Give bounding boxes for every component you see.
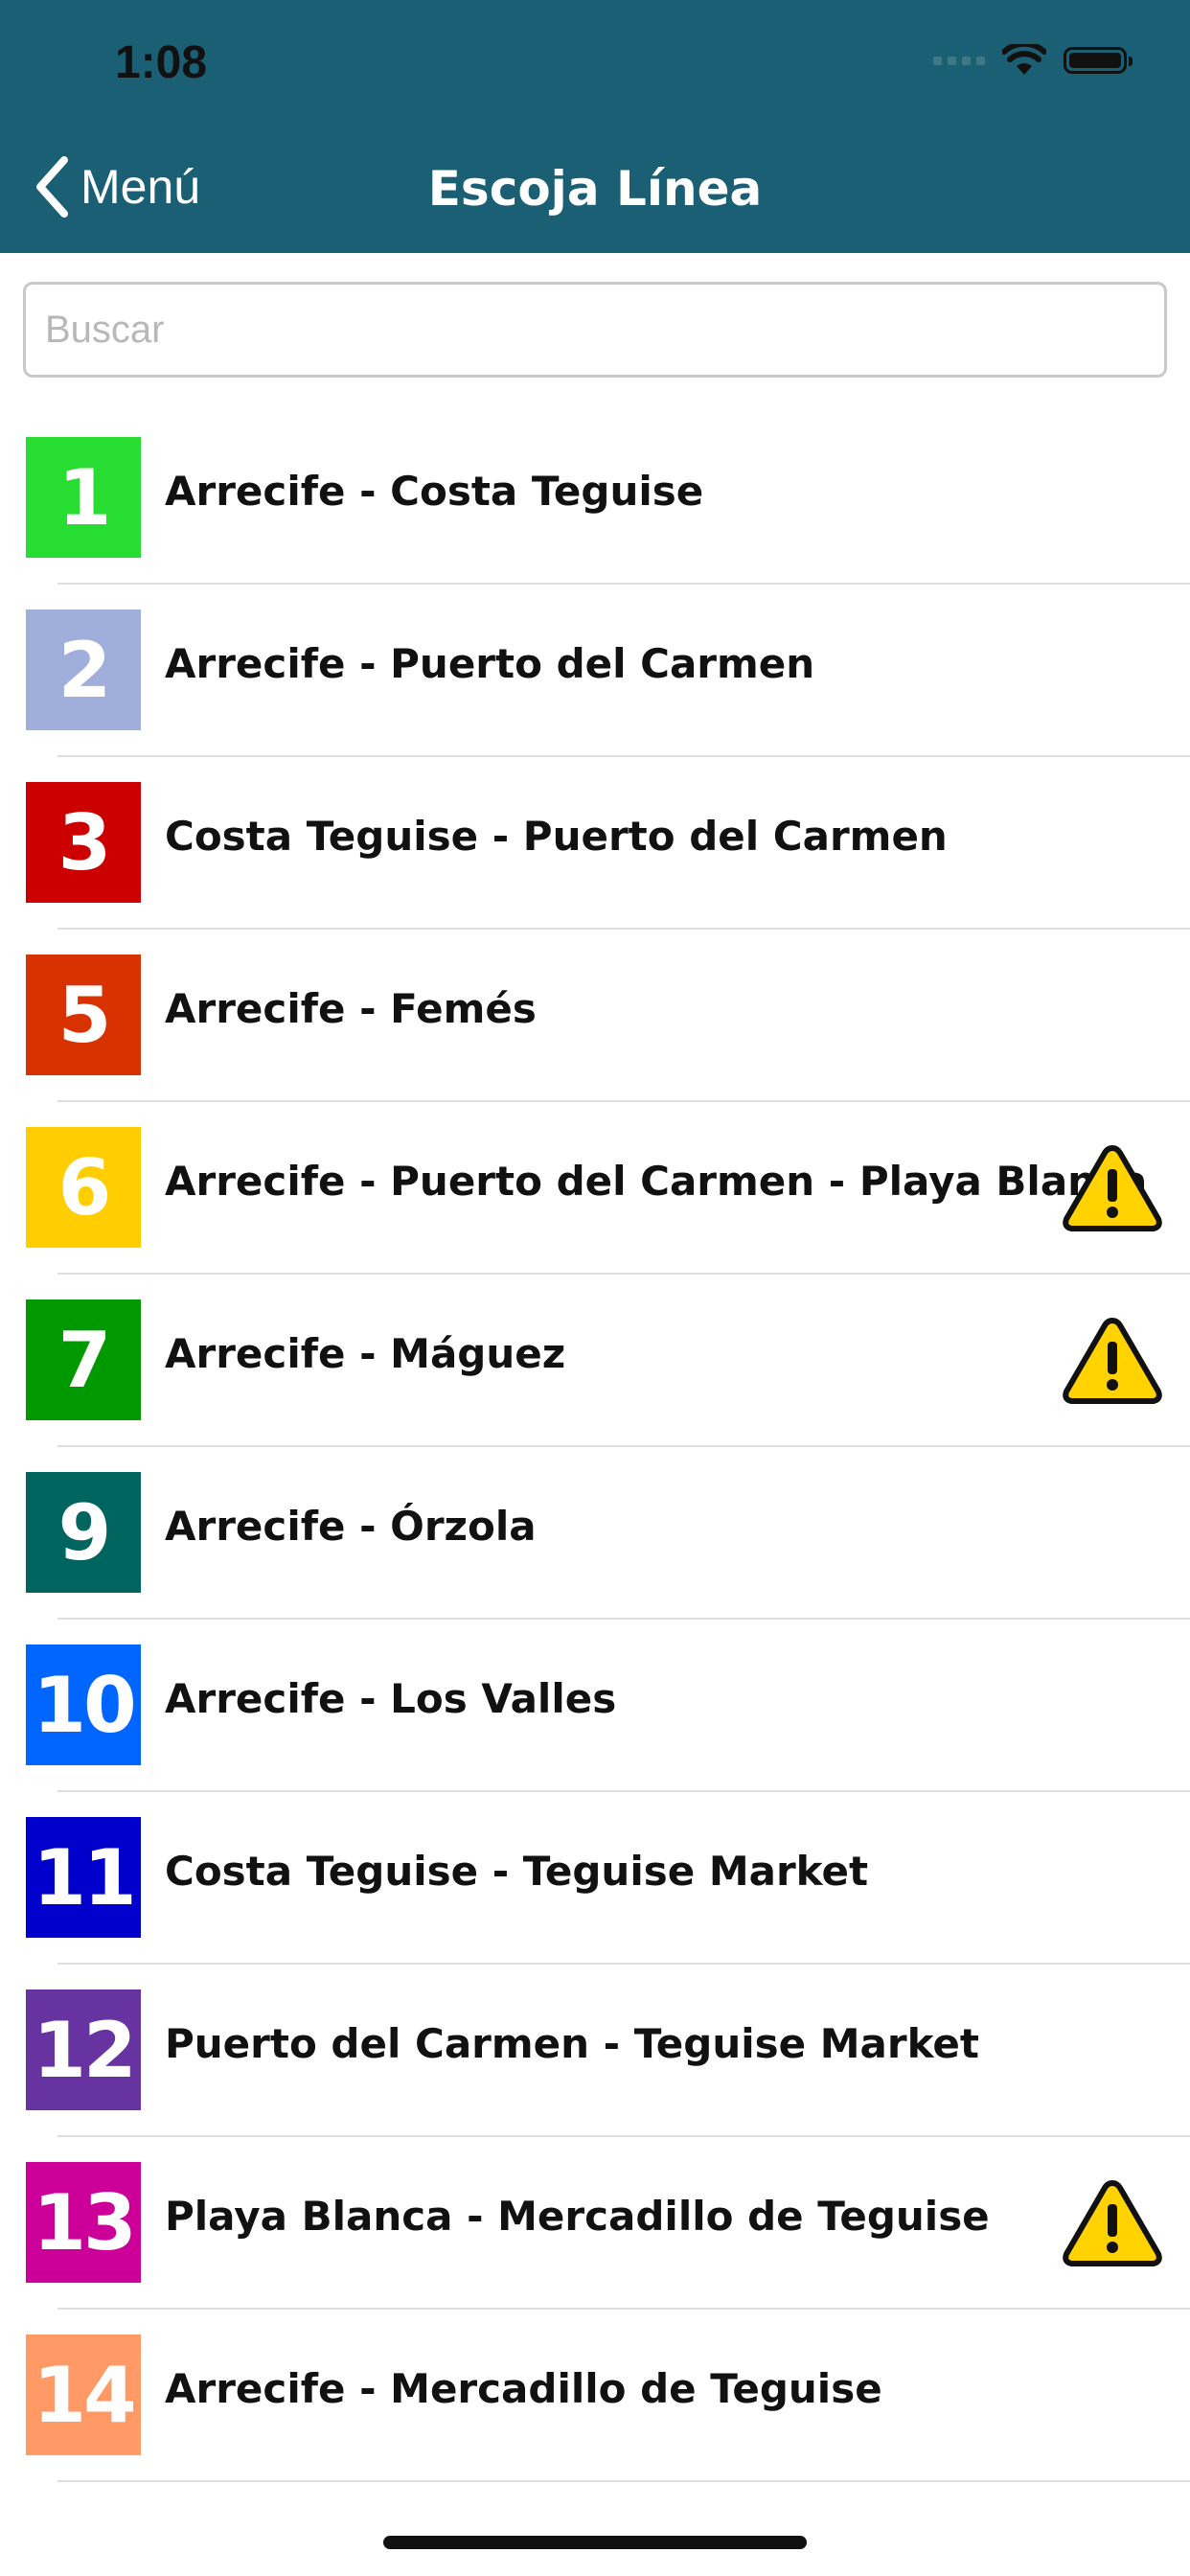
route-row[interactable]: 12 Puerto del Carmen - Teguise Market [0,1965,1190,2137]
route-row[interactable]: 14 Arrecife - Mercadillo de Teguise [0,2310,1190,2482]
route-name: Playa Blanca - Mercadillo de Teguise [165,2193,990,2240]
route-row[interactable]: 1 Arrecife - Costa Teguise [0,412,1190,585]
battery-icon [1064,47,1133,74]
row-separator [57,2480,1190,2482]
navigation-header: 1:08 Menú Escoja Línea [0,0,1190,253]
route-row[interactable]: 2 Arrecife - Puerto del Carmen [0,585,1190,757]
route-name: Arrecife - Puerto del Carmen [165,640,815,687]
search-input[interactable] [23,282,1167,378]
route-name: Arrecife - Mercadillo de Teguise [165,2365,882,2412]
route-name: Arrecife - Los Valles [165,1675,617,1722]
route-name: Arrecife - Máguez [165,1330,566,1377]
route-number-badge: 10 [26,1644,141,1765]
route-number-badge: 11 [26,1817,141,1938]
route-row[interactable]: 9 Arrecife - Órzola [0,1447,1190,1620]
route-number-badge: 1 [26,437,141,558]
route-row[interactable]: 13 Playa Blanca - Mercadillo de Teguise [0,2137,1190,2310]
route-number-badge: 6 [26,1127,141,1248]
route-name: Arrecife - Órzola [165,1503,537,1550]
route-name: Costa Teguise - Puerto del Carmen [165,813,948,860]
route-name: Puerto del Carmen - Teguise Market [165,2020,979,2067]
route-number-badge: 5 [26,954,141,1075]
status-icons [933,44,1133,77]
route-row[interactable]: 11 Costa Teguise - Teguise Market [0,1792,1190,1965]
route-number-badge: 9 [26,1472,141,1593]
route-name: Arrecife - Femés [165,985,537,1032]
route-number-badge: 14 [26,2334,141,2455]
cellular-signal-icon [933,56,985,65]
page-title: Escoja Línea [427,161,763,217]
route-row[interactable]: 6 Arrecife - Puerto del Carmen - Playa Bl… [0,1102,1190,1275]
warning-icon[interactable] [1062,1315,1163,1407]
wifi-icon [1002,44,1046,75]
route-name: Costa Teguise - Teguise Market [165,1848,869,1895]
route-number-badge: 7 [26,1300,141,1420]
route-number-badge: 2 [26,610,141,730]
route-row[interactable]: 3 Costa Teguise - Puerto del Carmen [0,757,1190,930]
route-name: Arrecife - Puerto del Carmen - Playa Bla… [165,1158,1148,1205]
warning-icon[interactable] [1062,1142,1163,1234]
route-number-badge: 13 [26,2162,141,2283]
route-row[interactable]: 5 Arrecife - Femés [0,930,1190,1102]
route-number-badge: 3 [26,782,141,903]
home-indicator[interactable] [383,2536,807,2549]
route-list: 1 Arrecife - Costa Teguise 2 Arrecife - Pue… [0,412,1190,2482]
warning-icon[interactable] [1062,2177,1163,2269]
search-bar [23,282,1167,378]
status-time: 1:08 [115,37,208,88]
route-row[interactable]: 10 Arrecife - Los Valles [0,1620,1190,1792]
route-row[interactable]: 7 Arrecife - Máguez [0,1275,1190,1447]
route-number-badge: 12 [26,1990,141,2110]
route-name: Arrecife - Costa Teguise [165,468,704,515]
